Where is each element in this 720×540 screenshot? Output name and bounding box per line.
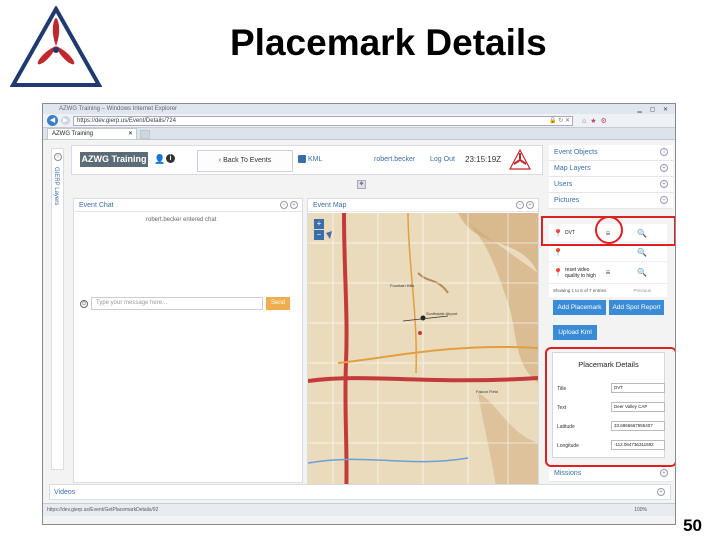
cap-logo xyxy=(10,6,102,87)
plus-icon[interactable]: + xyxy=(660,469,668,477)
close-tab-icon[interactable]: ✕ xyxy=(128,129,133,139)
back-arrow-icon[interactable]: ◀ xyxy=(47,115,58,126)
map-pin-icon: 📍 xyxy=(553,247,563,257)
add-spot-report-button[interactable]: Add Spot Report xyxy=(609,300,664,315)
emoji-icon[interactable]: ☺ xyxy=(80,299,88,308)
plus-icon[interactable]: + xyxy=(660,180,668,188)
pagination-info: Showing 1 to 5 of 7 entries Previous xyxy=(553,288,651,293)
brand-label[interactable]: AZWG Training xyxy=(80,152,148,167)
url-field[interactable]: https://dev.gierp.us/Event/Details/724 🔒… xyxy=(73,115,573,126)
highlight-box-placemark-details xyxy=(545,347,675,467)
tab-azwg-training[interactable]: AZWG Training ✕ xyxy=(47,128,137,139)
previous-page-link[interactable]: Previous xyxy=(633,288,651,293)
utc-clock: 23:15:19Z xyxy=(465,155,502,164)
collapse-toggle-icon[interactable]: ✥ xyxy=(357,180,366,189)
search-icon[interactable]: 🔍 xyxy=(637,248,647,257)
gierp-layers-bar[interactable]: i GIERP Layers xyxy=(51,148,64,470)
info-icon[interactable]: i xyxy=(166,154,175,163)
web-page: i GIERP Layers AZWG Training 👤 i ‹ Back … xyxy=(43,142,675,517)
videos-panel[interactable]: Videos + xyxy=(49,484,671,500)
list-item[interactable]: 📍 reset video quality to high ≡ 🔍 xyxy=(549,262,667,284)
status-bar: https://dev.gierp.us/Event/GetPlacemarkD… xyxy=(43,503,675,516)
toolbar-icons[interactable]: ⌂★⚙ xyxy=(582,117,611,125)
cap-logo-small xyxy=(509,149,531,170)
map-roads xyxy=(308,213,538,499)
user-icon[interactable]: 👤 xyxy=(154,154,165,165)
sidebar-item-users[interactable]: Users + xyxy=(549,177,673,193)
info-icon[interactable]: i xyxy=(660,148,668,156)
gierp-layers-label: GIERP Layers xyxy=(53,167,59,206)
zoom-in-button[interactable]: + xyxy=(314,219,324,229)
slide-number: 50 xyxy=(683,516,702,535)
back-to-events-button[interactable]: ‹ Back To Events xyxy=(197,150,293,172)
chat-message: robert.becker entered chat xyxy=(146,217,217,223)
tab-bar: AZWG Training ✕ xyxy=(43,128,675,140)
map-label: Falcon Field xyxy=(476,389,498,394)
upload-kml-button[interactable]: Upload Kml xyxy=(553,325,597,340)
window-controls[interactable]: ▁ ▢ ✕ xyxy=(637,105,671,115)
event-chat-header: Event Chat – + xyxy=(74,199,302,212)
picture-title: reset video quality to high xyxy=(565,266,596,279)
lock-refresh-icon[interactable]: 🔒 ↻ ✕ xyxy=(549,117,570,125)
minus-icon[interactable]: – xyxy=(660,196,668,204)
kml-icon[interactable] xyxy=(298,155,306,163)
map-label: Scottsdale Airport xyxy=(426,311,458,316)
zoom-level[interactable]: 100% xyxy=(634,504,647,516)
new-tab-button[interactable] xyxy=(140,130,150,139)
map-zoom-controls: + − xyxy=(314,219,324,241)
map-canvas[interactable]: + − Fountain Hills Scottsdale Airport Fa… xyxy=(308,213,538,499)
window-title: AZWG Training – Windows Internet Explore… xyxy=(59,106,178,112)
event-map-header: Event Map – + xyxy=(308,199,538,212)
minimize-icon[interactable]: – xyxy=(516,201,524,209)
info-icon[interactable]: i xyxy=(54,153,62,161)
user-name-link[interactable]: robert.becker xyxy=(374,156,415,163)
browser-window: AZWG Training – Windows Internet Explore… xyxy=(42,103,676,525)
map-pin-icon: 📍 xyxy=(553,268,563,277)
plus-icon[interactable]: + xyxy=(657,488,665,496)
search-icon[interactable]: 🔍 xyxy=(637,268,647,277)
forward-arrow-icon[interactable]: ▶ xyxy=(61,116,70,125)
details-list-icon[interactable]: ≡ xyxy=(603,268,613,277)
highlight-circle-details-icon xyxy=(595,216,623,244)
logout-link[interactable]: Log Out xyxy=(430,156,455,163)
map-label: Fountain Hills xyxy=(390,283,415,288)
window-titlebar: AZWG Training – Windows Internet Explore… xyxy=(43,104,675,114)
expand-icon[interactable]: + xyxy=(526,201,534,209)
sidebar-item-pictures[interactable]: Pictures – xyxy=(549,193,673,209)
zoom-out-button[interactable]: − xyxy=(314,230,324,240)
send-button[interactable]: Send xyxy=(266,297,290,310)
expand-icon[interactable]: + xyxy=(290,201,298,209)
sidebar-item-missions[interactable]: Missions + xyxy=(549,466,673,482)
sidebar-item-event-objects[interactable]: Event Objects i xyxy=(549,145,673,161)
minimize-icon[interactable]: – xyxy=(280,201,288,209)
event-chat-panel: Event Chat – + robert.becker entered cha… xyxy=(73,198,303,483)
event-map-panel: Event Map – + + − Fountain Hills Scottsd… xyxy=(307,198,539,499)
chat-input-row: ☺ Type your message here... Send xyxy=(80,297,297,310)
chat-message-input[interactable]: Type your message here... xyxy=(91,297,263,310)
sidebar-item-map-layers[interactable]: Map Layers + xyxy=(549,161,673,177)
address-bar-row: ◀ ▶ https://dev.gierp.us/Event/Details/7… xyxy=(43,114,675,128)
add-placemark-button[interactable]: Add Placemark xyxy=(553,300,606,315)
app-header: AZWG Training 👤 i ‹ Back To Events KML r… xyxy=(71,145,543,175)
status-url: https://dev.gierp.us/Event/GetPlacemarkD… xyxy=(47,507,159,513)
plus-icon[interactable]: + xyxy=(660,164,668,172)
kml-link[interactable]: KML xyxy=(308,156,322,163)
slide-title: Placemark Details xyxy=(230,22,547,63)
